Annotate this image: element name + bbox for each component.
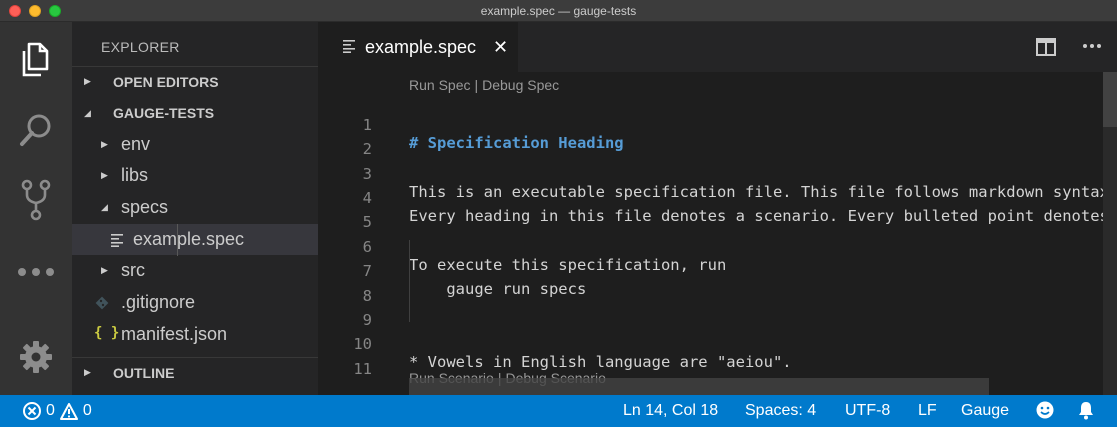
- line-number: 11: [353, 360, 372, 378]
- chevron-down-icon: ◢: [101, 202, 108, 212]
- json-icon: { }: [94, 325, 120, 341]
- tree-item-gitignore[interactable]: .gitignore: [72, 287, 318, 318]
- explorer-sidebar: EXPLORER ▶ OPEN EDITORS ◢ GAUGE-TESTS ▶ …: [72, 22, 318, 395]
- tree-item-label: manifest.json: [121, 324, 228, 344]
- code-line: 1 # Specification Heading: [318, 98, 1117, 152]
- chevron-down-icon: ◢: [84, 107, 91, 118]
- cursor-position[interactable]: Ln 14, Col 18: [623, 402, 718, 420]
- activity-search[interactable]: [0, 100, 72, 160]
- problems-indicator[interactable]: 0 0: [23, 402, 92, 420]
- end-of-line[interactable]: LF: [918, 402, 937, 420]
- tree-item-label: example.spec: [133, 229, 245, 249]
- code-line: 10 * Vowels in English language are "aei…: [318, 317, 1117, 371]
- tab-example-spec[interactable]: example.spec ✕: [318, 22, 518, 72]
- code-line: 6 To execute this specification, run: [318, 220, 1117, 274]
- tree-item-src[interactable]: ▶ src: [72, 255, 318, 286]
- section-label: GAUGE-TESTS: [113, 105, 215, 121]
- section-project[interactable]: ◢ GAUGE-TESTS: [72, 98, 318, 128]
- feedback-smiley-icon[interactable]: [1036, 401, 1054, 419]
- codelens-spec: Run Spec | Debug Spec: [409, 77, 559, 93]
- notifications-bell-icon[interactable]: [1077, 401, 1095, 420]
- tree-item-libs[interactable]: ▶ libs: [72, 160, 318, 191]
- source-control-icon: [21, 179, 51, 221]
- tree-item-specs[interactable]: ◢ specs: [72, 192, 318, 223]
- activity-manage[interactable]: [0, 327, 72, 387]
- tree-item-label: env: [121, 134, 151, 154]
- chevron-right-icon: ▶: [84, 367, 91, 377]
- window-title: example.spec — gauge-tests: [480, 4, 637, 18]
- codelens-separator: |: [474, 77, 479, 93]
- run-spec-link[interactable]: Run Spec: [409, 77, 470, 93]
- close-icon[interactable]: ✕: [493, 37, 508, 58]
- editor-tabs: example.spec ✕: [318, 22, 1117, 72]
- code-line: 3 This is an executable specification fi…: [318, 147, 1117, 201]
- search-icon: [20, 114, 51, 146]
- error-icon: [23, 402, 41, 420]
- section-outline[interactable]: ▶ OUTLINE: [72, 357, 318, 387]
- section-label: OUTLINE: [113, 364, 175, 381]
- tree-item-label: .gitignore: [121, 292, 196, 312]
- tree-item-manifest-json[interactable]: { } manifest.json: [72, 319, 318, 350]
- file-lines-icon: [343, 40, 355, 53]
- gear-icon: [20, 341, 52, 373]
- git-icon: [95, 296, 109, 310]
- code-line: 7 gauge run specs: [318, 244, 1117, 298]
- vertical-scrollbar-thumb[interactable]: [1103, 72, 1117, 127]
- sidebar-title: EXPLORER: [101, 39, 180, 55]
- activity-explorer[interactable]: [0, 30, 72, 90]
- status-bar: 0 0 Ln 14, Col 18 Spaces: 4 UTF-8 LF Gau…: [0, 395, 1117, 427]
- error-count: 0: [46, 402, 55, 419]
- code-line: 9: [318, 293, 1117, 329]
- code-line: 5: [318, 195, 1117, 231]
- code-line: 2: [318, 122, 1117, 158]
- activity-source-control[interactable]: [0, 170, 72, 230]
- tab-label: example.spec: [365, 37, 477, 57]
- chevron-right-icon: ▶: [101, 170, 108, 180]
- code-line: 4 Every heading in this file denotes a s…: [318, 171, 1117, 225]
- activity-bar: [0, 22, 72, 395]
- title-bar: example.spec — gauge-tests: [0, 0, 1117, 22]
- horizontal-scrollbar[interactable]: [409, 378, 989, 395]
- section-label: OPEN EDITORS: [113, 73, 219, 90]
- encoding[interactable]: UTF-8: [845, 402, 890, 420]
- more-actions-icon[interactable]: [1082, 36, 1102, 56]
- indentation[interactable]: Spaces: 4: [745, 402, 816, 420]
- indent-guide: [409, 240, 410, 322]
- file-lines-icon: [111, 234, 123, 247]
- tree-item-label: specs: [121, 197, 169, 217]
- tree-item-label: libs: [121, 165, 149, 185]
- tree-item-example-spec[interactable]: example.spec: [72, 224, 318, 255]
- split-editor-icon[interactable]: [1036, 38, 1056, 56]
- section-open-editors[interactable]: ▶ OPEN EDITORS: [72, 66, 318, 96]
- tree-item-label: src: [121, 260, 145, 280]
- warning-icon: [59, 402, 78, 420]
- activity-extensions[interactable]: [0, 242, 72, 302]
- indent-guide: [177, 224, 178, 256]
- code-line: 11: [318, 342, 1117, 378]
- code-editor[interactable]: Run Spec | Debug Spec 1 # Specification He…: [318, 72, 1117, 395]
- debug-spec-link[interactable]: Debug Spec: [482, 77, 559, 93]
- warning-count: 0: [82, 402, 92, 419]
- more-icon: [18, 268, 54, 276]
- language-mode[interactable]: Gauge: [961, 402, 1009, 420]
- files-icon: [22, 42, 49, 77]
- chevron-right-icon: ▶: [101, 139, 108, 149]
- tree-item-env[interactable]: ▶ env: [72, 129, 318, 160]
- chevron-right-icon: ▶: [101, 265, 108, 275]
- code-line: 8: [318, 269, 1117, 305]
- chevron-right-icon: ▶: [84, 76, 91, 86]
